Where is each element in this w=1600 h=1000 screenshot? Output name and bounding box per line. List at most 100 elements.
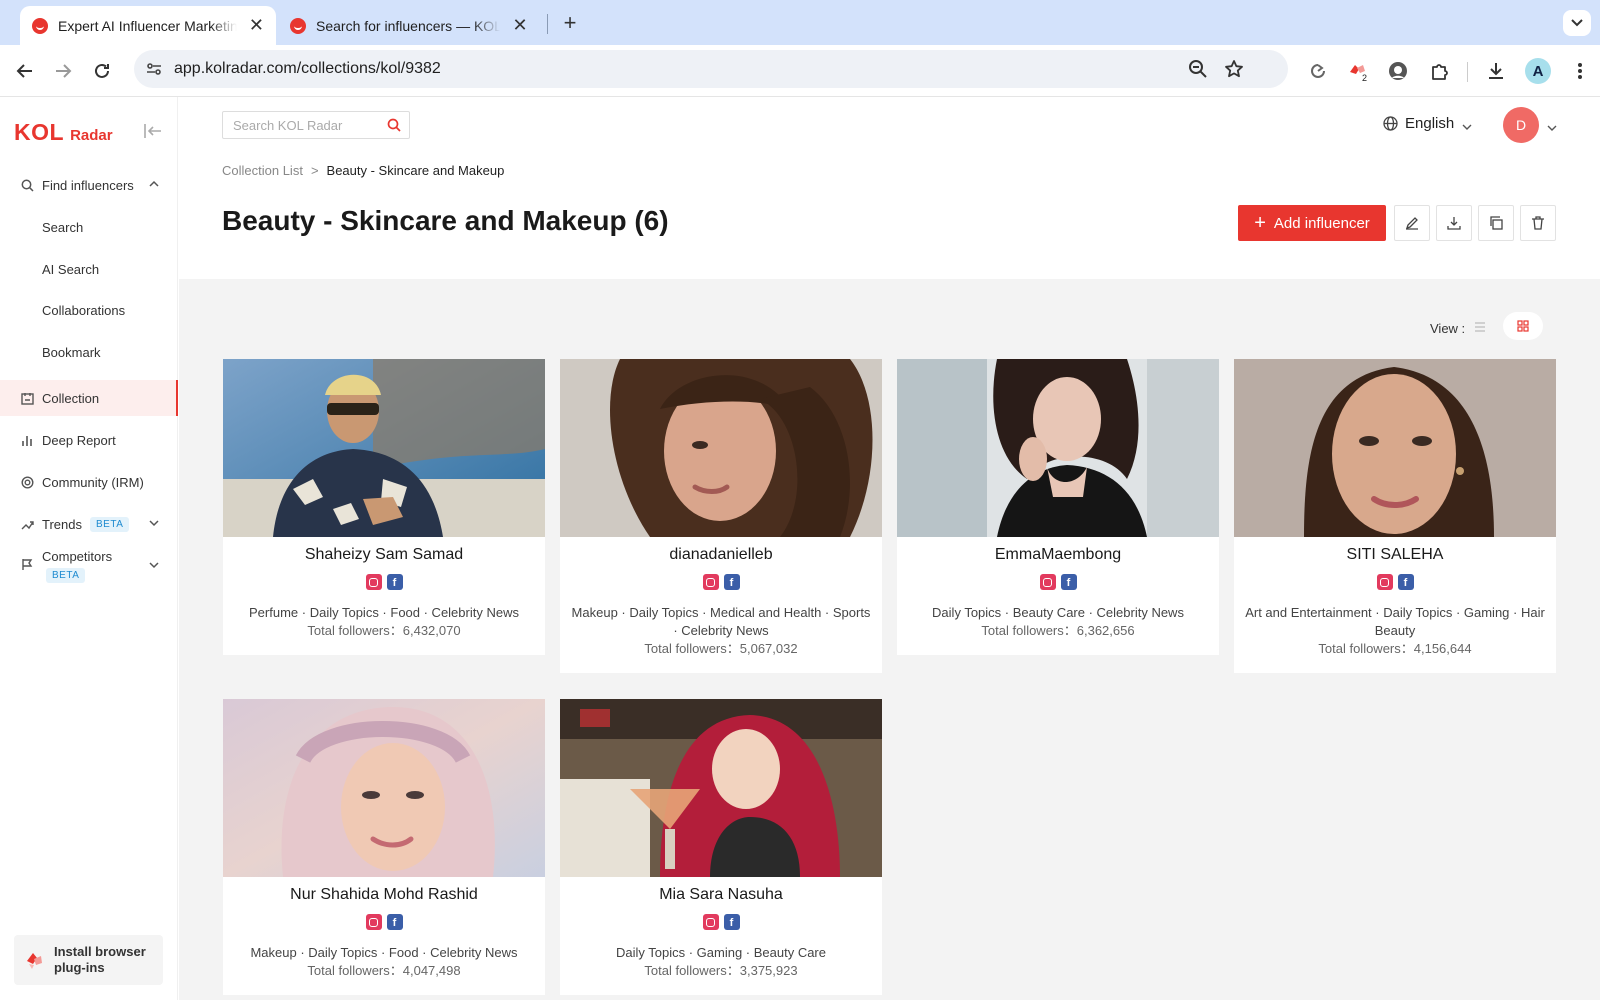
tab-search-button[interactable]: [1563, 10, 1591, 36]
community-icon: [20, 475, 34, 489]
influencer-card[interactable]: dianadanielleb f Makeup · Daily Topics ·…: [560, 359, 882, 673]
sidebar-item-label: Collection: [42, 390, 100, 406]
add-influencer-button[interactable]: + Add influencer: [1238, 205, 1386, 241]
sidebar-item-label: Competitors: [42, 549, 113, 564]
download-collection-button[interactable]: [1436, 205, 1472, 241]
browser-profile-avatar[interactable]: A: [1525, 58, 1551, 84]
extension-refresh-icon[interactable]: [1305, 58, 1331, 84]
influencer-followers: Total followers：5,067,032: [644, 641, 798, 656]
sidebar-item-ai-search[interactable]: AI Search: [0, 251, 178, 287]
chevron-down-icon: [1462, 119, 1472, 130]
duplicate-collection-button[interactable]: [1478, 205, 1514, 241]
search-input[interactable]: [223, 112, 373, 138]
list-view-button[interactable]: [1467, 314, 1493, 340]
influencer-categories: Makeup · Daily Topics · Medical and Heal…: [571, 605, 871, 638]
language-label: English: [1405, 115, 1455, 132]
chevron-down-icon: [148, 559, 160, 571]
influencer-name[interactable]: SITI SALEHA: [1234, 546, 1556, 564]
extension-incognito-icon[interactable]: [1385, 58, 1411, 84]
sidebar-item-label: Deep Report: [42, 432, 116, 448]
facebook-icon[interactable]: f: [386, 914, 403, 930]
close-icon[interactable]: ✕: [510, 15, 530, 36]
back-button[interactable]: [12, 58, 38, 84]
facebook-icon[interactable]: f: [723, 574, 740, 590]
kolradar-logo[interactable]: KOL Radar: [14, 119, 113, 146]
social-links: f: [223, 914, 545, 930]
new-tab-button[interactable]: +: [556, 10, 584, 36]
browser-tab-active[interactable]: Expert AI Influencer Marketing ✕: [20, 6, 276, 45]
influencer-card[interactable]: SITI SALEHA f Art and Entertainment · Da…: [1234, 359, 1556, 673]
delete-collection-button[interactable]: [1520, 205, 1556, 241]
influencer-card[interactable]: Nur Shahida Mohd Rashid f Makeup · Daily…: [223, 699, 545, 995]
sidebar: KOL Radar Find influencers Search AI Sea…: [0, 97, 178, 1000]
forward-button[interactable]: [50, 58, 76, 84]
breadcrumb-current: Beauty - Skincare and Makeup: [326, 163, 505, 178]
facebook-icon[interactable]: f: [1397, 574, 1414, 590]
instagram-icon[interactable]: [365, 914, 382, 930]
chevron-down-icon[interactable]: [1547, 120, 1557, 131]
sidebar-item-competitors[interactable]: Competitors BETA: [0, 540, 178, 592]
tab-separator: [547, 14, 548, 34]
sidebar-item-trends[interactable]: Trends BETA: [0, 506, 178, 542]
install-plugin-button[interactable]: Install browser plug-ins: [14, 935, 163, 985]
sidebar-item-collaborations[interactable]: Collaborations: [0, 292, 178, 328]
zoom-icon[interactable]: [1188, 59, 1210, 81]
search-icon[interactable]: [387, 118, 401, 132]
reload-button[interactable]: [89, 58, 115, 84]
user-avatar[interactable]: D: [1503, 107, 1539, 143]
instagram-icon[interactable]: [702, 914, 719, 930]
sidebar-item-bookmark[interactable]: Bookmark: [0, 334, 178, 370]
sidebar-item-deep-report[interactable]: Deep Report: [0, 422, 178, 458]
influencer-card[interactable]: Shaheizy Sam Samad f Perfume · Daily Top…: [223, 359, 545, 655]
instagram-icon[interactable]: [365, 574, 382, 590]
influencer-photo: [560, 699, 882, 877]
toolbar-separator: [1467, 62, 1468, 82]
instagram-icon[interactable]: [1039, 574, 1056, 590]
collapse-sidebar-icon[interactable]: [143, 123, 163, 139]
address-bar[interactable]: app.kolradar.com/collections/kol/9382: [134, 50, 1288, 88]
sidebar-item-search[interactable]: Search: [0, 209, 178, 245]
close-icon[interactable]: ✕: [247, 15, 266, 36]
breadcrumb-separator: >: [310, 163, 319, 178]
influencer-name[interactable]: Mia Sara Nasuha: [560, 886, 882, 904]
browser-tab[interactable]: Search for influencers — KOL Radar ✕: [278, 6, 540, 45]
instagram-icon[interactable]: [1376, 574, 1393, 590]
influencer-name[interactable]: dianadanielleb: [560, 546, 882, 564]
influencer-name[interactable]: Shaheizy Sam Samad: [223, 546, 545, 564]
influencer-followers: Total followers：6,362,656: [981, 623, 1135, 638]
browser-menu-icon[interactable]: [1567, 58, 1593, 84]
bookmark-star-icon[interactable]: [1224, 59, 1246, 81]
influencer-name[interactable]: Nur Shahida Mohd Rashid: [223, 886, 545, 904]
influencer-card[interactable]: EmmaMaembong f Daily Topics · Beauty Car…: [897, 359, 1219, 655]
influencer-name[interactable]: EmmaMaembong: [897, 546, 1219, 564]
influencer-photo: [223, 699, 545, 877]
chevron-down-icon: [148, 517, 160, 529]
sidebar-item-label: Bookmark: [42, 344, 101, 360]
tab-title: Search for influencers — KOL Radar: [316, 17, 501, 34]
sidebar-item-community[interactable]: Community (IRM): [0, 464, 178, 500]
influencer-followers: Total followers：4,047,498: [307, 963, 461, 978]
pencil-icon: [1405, 217, 1418, 230]
site-settings-icon[interactable]: [146, 61, 162, 77]
extension-kolradar-icon[interactable]: 2: [1345, 58, 1371, 84]
influencer-categories: Daily Topics · Gaming · Beauty Care: [615, 945, 826, 960]
instagram-icon[interactable]: [702, 574, 719, 590]
facebook-icon[interactable]: f: [1060, 574, 1077, 590]
language-selector[interactable]: English: [1383, 115, 1472, 132]
influencer-categories: Daily Topics · Beauty Care · Celebrity N…: [932, 605, 1184, 620]
facebook-icon[interactable]: f: [723, 914, 740, 930]
arrow-right-icon: [56, 64, 72, 78]
sidebar-item-collection[interactable]: Collection: [0, 380, 178, 416]
facebook-icon[interactable]: f: [386, 574, 403, 590]
breadcrumb-root-link[interactable]: Collection List: [222, 163, 303, 178]
trend-line-icon: [20, 517, 34, 531]
beta-badge: BETA: [46, 568, 86, 583]
plugin-logo-icon: [24, 950, 44, 970]
downloads-icon[interactable]: [1483, 58, 1509, 84]
extensions-puzzle-icon[interactable]: [1426, 58, 1452, 84]
influencer-card[interactable]: Mia Sara Nasuha f Daily Topics · Gaming …: [560, 699, 882, 995]
tab-title: Expert AI Influencer Marketing: [58, 17, 237, 34]
sidebar-item-find-influencers[interactable]: Find influencers: [0, 167, 178, 203]
grid-view-button[interactable]: [1503, 312, 1543, 340]
edit-collection-button[interactable]: [1394, 205, 1430, 241]
